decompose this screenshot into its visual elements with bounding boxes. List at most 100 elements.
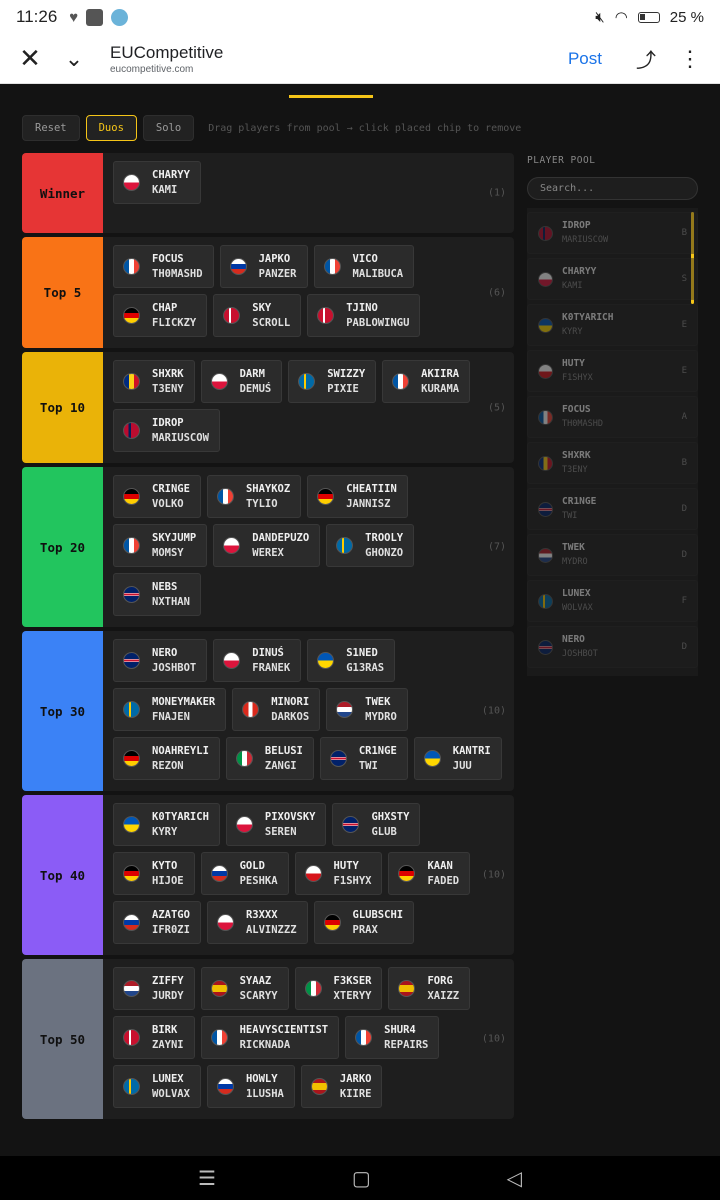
player-chip[interactable]: F3KSER XTERYY [294,967,383,1010]
player-names: DINUŚ FRANEK [252,646,290,676]
flag-icon [355,1029,373,1046]
pool-player-item[interactable]: K0TYARICH KYRY E [527,304,698,346]
tier-drop-zone[interactable]: CHARYY KAMI (1) [103,153,514,233]
player-chip[interactable]: CHAP FLICKZY [113,294,208,337]
recent-apps-icon[interactable]: ☰ [198,1166,216,1191]
flag-icon [210,1029,228,1046]
toolbar: Reset Duos Solo Drag players from pool →… [22,115,521,141]
solo-button[interactable]: Solo [142,115,195,141]
player-chip[interactable]: PIXOVSKY SEREN [225,803,327,846]
close-icon[interactable]: ✕ [8,37,52,81]
player-search-input[interactable] [527,177,698,200]
player-names: CRINGE VOLKO [152,482,190,512]
tier-drop-zone[interactable]: CRINGE VOLKO SHAYKOZ TYLIO CHEATIIN JANNISZ SK… [103,467,514,627]
player-chip[interactable]: IDROP MARIUSCOW [113,409,220,452]
partner-name: FADED [427,874,460,887]
post-button[interactable]: Post [568,49,602,69]
player-chip[interactable]: CHEATIIN JANNISZ [307,475,408,518]
flag-icon [538,501,553,517]
player-chip[interactable]: KAAN FADED [388,852,471,895]
player-chip[interactable]: SHAYKOZ TYLIO [206,475,302,518]
player-chip[interactable]: KANTRI JUU [413,737,502,780]
player-chip[interactable]: KYTO HIJOE [113,852,195,895]
player-chip[interactable]: CRINGE VOLKO [113,475,201,518]
player-chip[interactable]: LUNEX WOLVAX [113,1065,201,1108]
player-chip[interactable]: DARM DEMUŚ [200,360,283,403]
pool-player-item[interactable]: CR1NGE TWI D [527,488,698,530]
tier-label: Top 50 [22,959,103,1119]
partner-name: XAIZZ [427,989,460,1002]
player-chip[interactable]: SYAAZ SCARYY [200,967,289,1010]
pool-player-item[interactable]: LUNEX WOLVAX F [527,580,698,622]
player-chip[interactable]: FORG XAIZZ [388,967,471,1010]
player-chip[interactable]: S1NED G13RAS [307,639,396,682]
player-chip[interactable]: AKIIRA KURAMA [382,360,471,403]
home-icon[interactable]: ▢ [352,1166,371,1191]
player-chip[interactable]: HOWLY 1LUSHA [206,1065,295,1108]
pool-player-item[interactable]: IDROP MARIUSCOW B [527,212,698,254]
tier-drop-zone[interactable]: NERO JOSHBOT DINUŚ FRANEK S1NED G13RAS MONEYMA… [103,631,514,791]
player-chip[interactable]: DANDEPUZO WEREX [213,524,321,567]
player-chip[interactable]: SKYJUMP MOMSY [113,524,208,567]
player-chip[interactable]: SWIZZY PIXIE [288,360,377,403]
partner-name: GHONZO [365,546,404,559]
player-chip[interactable]: SHXRK T3ENY [113,360,195,403]
flag-icon [210,865,228,882]
player-pool-list[interactable]: IDROP MARIUSCOW B CHARYY KAMI S K0TYARICH KYRY E… [527,208,698,676]
player-chip[interactable]: SKY SCROLL [213,294,302,337]
player-chip[interactable]: SHUR4 REPAIRS [345,1016,440,1059]
player-chip[interactable]: TJINO PABLOWINGU [307,294,421,337]
player-chip[interactable]: DINUŚ FRANEK [213,639,302,682]
more-options-icon[interactable]: ⋮ [668,37,712,81]
player-chip[interactable]: MONEYMAKER FNAJEN [113,688,227,731]
player-chip[interactable]: AZATGO IFR0ZI [113,901,201,944]
player-chip[interactable]: CHARYY KAMI [113,161,201,204]
back-icon[interactable]: ◁ [507,1166,522,1191]
tier-drop-zone[interactable]: FOCUS TH0MASHD JAPKO PANZER VICO MALIBUCA CHAP… [103,237,514,348]
player-chip[interactable]: HEAVYSCIENTIST RICKNADA [200,1016,340,1059]
duos-button[interactable]: Duos [85,115,137,141]
pool-player-item[interactable]: NERO JOSHBOT D [527,626,698,668]
tier-drop-zone[interactable]: ZIFFY JURDY SYAAZ SCARYY F3KSER XTERYY FORG XAI… [103,959,514,1119]
player-chip[interactable]: GOLD PESHKA [200,852,289,895]
player-name: HOWLY [245,1072,278,1085]
chevron-down-icon[interactable]: ⌄ [52,37,96,81]
pool-player-item[interactable]: TWEK MYDRO D [527,534,698,576]
player-chip[interactable]: TWEK MYDRO [326,688,408,731]
player-chip[interactable]: R3XXX ALVINZZZ [206,901,308,944]
player-chip[interactable]: NEBS NXTHAN [113,573,201,616]
player-chip[interactable]: JAPKO PANZER [219,245,308,288]
pool-player-item[interactable]: FOCUS TH0MASHD A [527,396,698,438]
player-names: NOAHREYLI REZON [152,744,209,774]
player-chip[interactable]: FOCUS TH0MASHD [113,245,214,288]
player-chip[interactable]: BIRK ZAYNI [113,1016,195,1059]
partner-name: WOLVAX [562,603,593,613]
player-chip[interactable]: GLUBSCHI PRAX [313,901,415,944]
player-chip[interactable]: MINORI DARKOS [232,688,321,731]
player-chip[interactable]: CR1NGE TWI [319,737,408,780]
player-name: TJINO [346,301,378,314]
player-chip[interactable]: K0TYARICH KYRY [113,803,220,846]
player-chip[interactable]: GHXSTY GLUB [332,803,421,846]
player-chip[interactable]: TROOLY GHONZO [326,524,415,567]
tier-drop-zone[interactable]: K0TYARICH KYRY PIXOVSKY SEREN GHXSTY GLUB KYTO… [103,795,514,955]
player-chip[interactable]: HUTY F1SHYX [294,852,383,895]
player-names: TJINO PABLOWINGU [346,301,409,331]
reset-button[interactable]: Reset [22,115,80,141]
player-chip[interactable]: NOAHREYLI REZON [113,737,220,780]
pool-player-item[interactable]: SHXRK T3ENY B [527,442,698,484]
player-chip[interactable]: BELUSI ZANGI [225,737,314,780]
player-names: S1NED G13RAS [346,646,384,676]
pool-player-item[interactable]: HUTY F1SHYX E [527,350,698,392]
player-chip[interactable]: NERO JOSHBOT [113,639,208,682]
player-names: BELUSI ZANGI [265,744,303,774]
tier-drop-zone[interactable]: SHXRK T3ENY DARM DEMUŚ SWIZZY PIXIE AKIIRA KURA… [103,352,514,463]
flag-icon [242,701,260,718]
player-chip[interactable]: JARKO KIIRE [300,1065,383,1108]
share-icon[interactable]: ⤴ [624,37,668,81]
player-chip[interactable]: ZIFFY JURDY [113,967,195,1010]
flag-icon [123,1078,140,1095]
pool-player-item[interactable]: CHARYY KAMI S [527,258,698,300]
player-names: TWEK MYDRO [365,695,397,725]
player-chip[interactable]: VICO MALIBUCA [313,245,415,288]
